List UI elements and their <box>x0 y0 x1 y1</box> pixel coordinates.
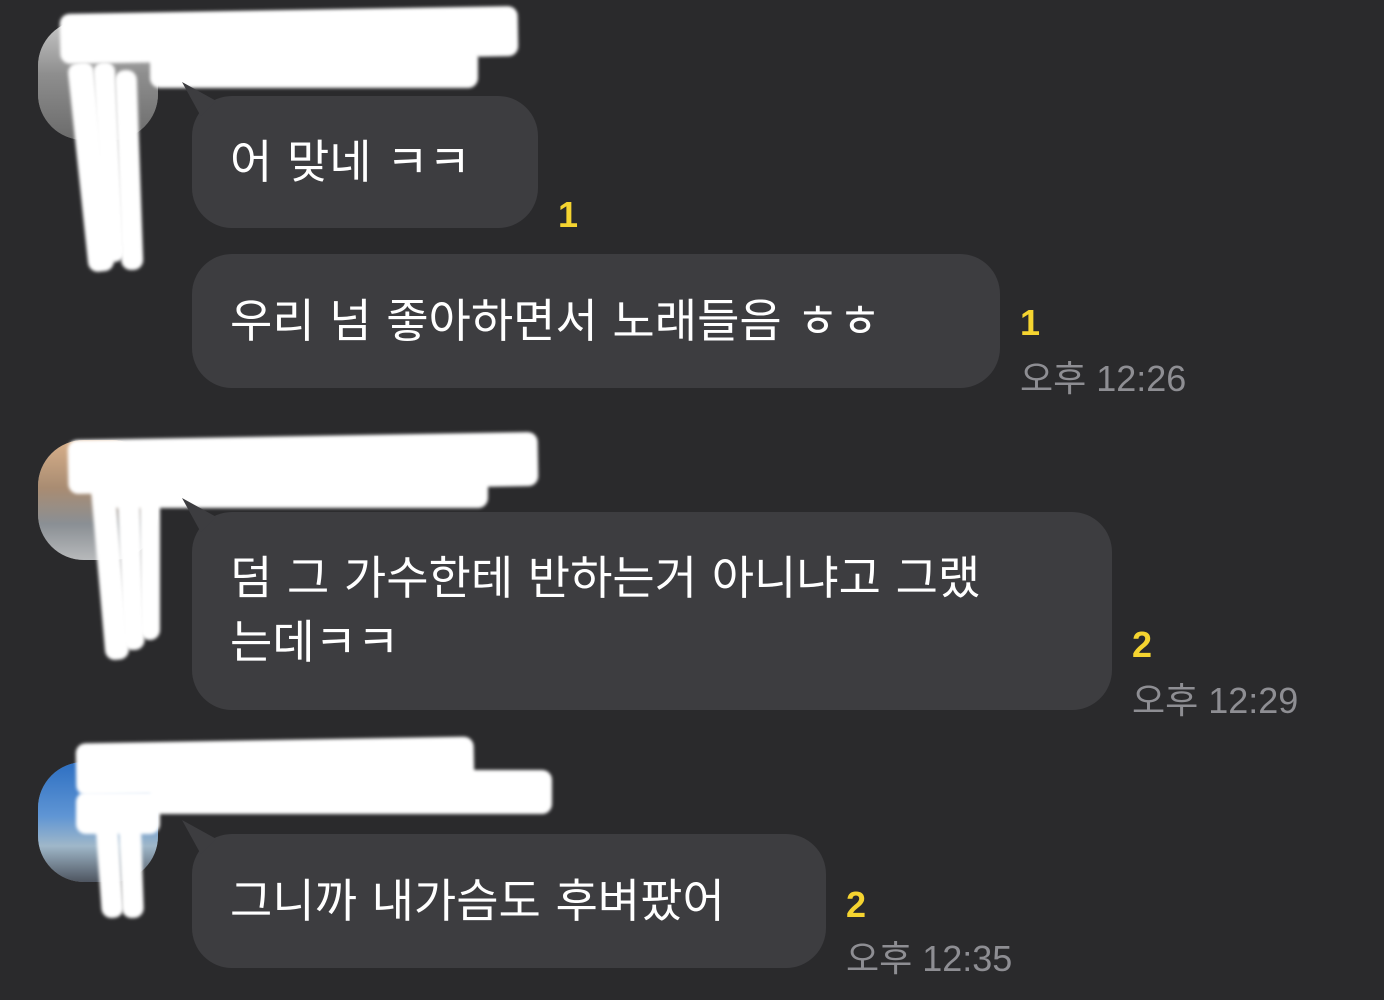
message-bubble[interactable]: 우리 넘 좋아하면서 노래들음 ㅎㅎ <box>192 254 1000 388</box>
message-text: 그니까 내가슴도 후벼팠어 <box>230 874 725 928</box>
message-timestamp: 오후 12:29 <box>1132 680 1299 721</box>
message-timestamp: 오후 12:26 <box>1020 358 1187 399</box>
unread-count: 2 <box>846 884 867 925</box>
unread-count: 1 <box>1020 302 1041 343</box>
unread-count: 1 <box>558 194 579 235</box>
message-bubble[interactable]: 어 맞네 ㅋㅋ <box>192 96 538 228</box>
message-text-line-1: 덤 그 가수한테 반하는거 아니냐고 그랬 <box>230 551 981 605</box>
unread-count: 2 <box>1132 624 1153 665</box>
message-text: 우리 넘 좋아하면서 노래들음 ㅎㅎ <box>230 294 881 348</box>
chat-room: 어 맞네 ㅋㅋ 1 우리 넘 좋아하면서 노래들음 ㅎㅎ 1 오후 12:26 … <box>0 0 1384 1000</box>
message-timestamp: 오후 12:35 <box>846 938 1013 979</box>
message-bubble[interactable]: 그니까 내가슴도 후벼팠어 <box>192 834 826 968</box>
message-text-line-2: 는데ㅋㅋ <box>230 615 400 669</box>
message-bubble[interactable]: 덤 그 가수한테 반하는거 아니냐고 그랬 는데ㅋㅋ <box>192 512 1112 710</box>
message-text: 어 맞네 ㅋㅋ <box>230 135 471 189</box>
